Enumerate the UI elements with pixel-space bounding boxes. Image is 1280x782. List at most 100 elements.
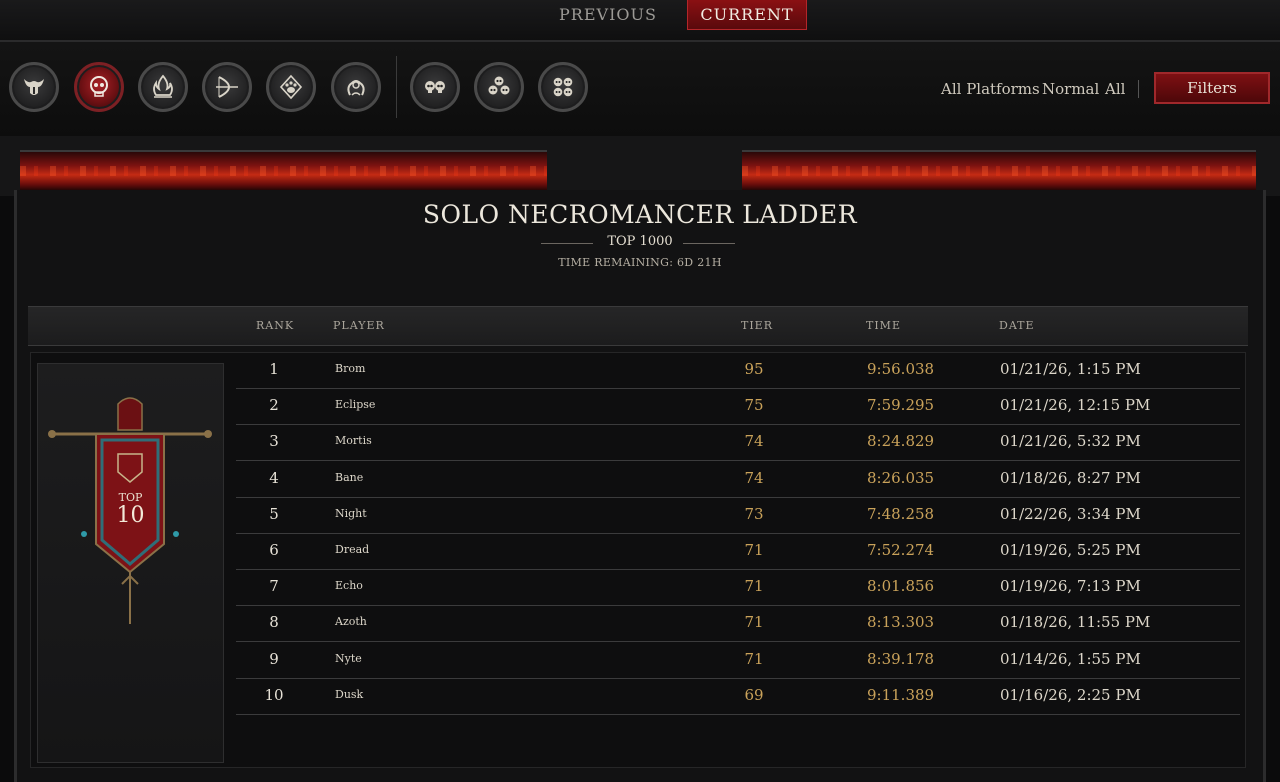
table-row[interactable]: 4 Bane 74 8:26.035 01/18/26, 8:27 PM: [236, 461, 1240, 498]
platform-filter[interactable]: All Platforms: [941, 80, 1040, 98]
date-cell: 01/18/26, 8:27 PM: [1000, 468, 1141, 487]
header-tier: TIER: [741, 319, 773, 332]
class-barbarian-button[interactable]: [9, 62, 59, 112]
skull-icon: [90, 76, 108, 97]
rank-cell: 1: [269, 360, 279, 378]
top-tab-bar: PREVIOUS CURRENT: [0, 0, 1280, 42]
player-cell: Night: [335, 506, 367, 520]
date-cell: 01/21/26, 1:15 PM: [1000, 360, 1141, 378]
party-quad-button[interactable]: [538, 62, 588, 112]
bow-icon: [216, 76, 238, 98]
player-cell: Bane: [335, 470, 364, 484]
tier-cell: 73: [744, 504, 764, 523]
player-cell: Azoth: [335, 615, 367, 629]
class-necromancer-button[interactable]: [74, 62, 124, 112]
filter-divider: [1138, 80, 1139, 98]
mode-filter[interactable]: Normal: [1042, 80, 1099, 98]
party-trio-button[interactable]: [474, 62, 524, 112]
three-skulls-icon: [488, 76, 510, 95]
two-skulls-icon: [425, 81, 445, 93]
date-cell: 01/21/26, 12:15 PM: [1000, 396, 1151, 415]
class-druid-button[interactable]: [266, 62, 316, 112]
table-header: [28, 306, 1248, 346]
lava-banner-left: [20, 150, 547, 193]
four-skulls-icon: [553, 77, 573, 97]
player-cell: Dread: [335, 543, 370, 556]
time-cell: 8:01.856: [867, 577, 935, 596]
table-row[interactable]: 9 Nyte 71 8:39.178 01/14/26, 1:55 PM: [236, 642, 1240, 679]
class-spiritborn-button[interactable]: [331, 62, 381, 112]
rank-cell: 6: [269, 541, 279, 559]
party-duo-button[interactable]: [410, 62, 460, 112]
rank-cell: 8: [269, 613, 279, 632]
filters-button[interactable]: Filters: [1154, 72, 1270, 104]
class-rogue-button[interactable]: [202, 62, 252, 112]
table-row[interactable]: 6 Dread 71 7:52.274 01/19/26, 5:25 PM: [236, 533, 1240, 570]
table-row[interactable]: 8 Azoth 71 8:13.303 01/18/26, 11:55 PM: [236, 605, 1240, 643]
player-cell: Echo: [335, 579, 363, 593]
subtitle-ornament-right: [683, 243, 735, 244]
rank-cell: 4: [269, 468, 279, 487]
tier-cell: 71: [744, 577, 764, 596]
table-row[interactable]: 5 Night 73 7:48.258 01/22/26, 3:34 PM: [236, 497, 1240, 534]
rank-cell: 9: [269, 649, 279, 668]
rank-cell: 10: [264, 685, 284, 704]
rank-cell: 3: [269, 432, 279, 451]
date-cell: 01/22/26, 3:34 PM: [1000, 504, 1141, 523]
date-cell: 01/21/26, 5:32 PM: [1000, 432, 1141, 451]
header-player: PLAYER: [333, 319, 385, 332]
tier-cell: 95: [744, 360, 764, 378]
time-remaining: TIME REMAINING: 6D 21H: [558, 256, 722, 269]
date-cell: 01/19/26, 7:13 PM: [1000, 577, 1141, 596]
tier-cell: 71: [744, 541, 764, 559]
tier-cell: 74: [744, 432, 764, 451]
class-group-divider: [396, 56, 397, 118]
rank-cell: 2: [269, 396, 279, 415]
time-cell: 9:56.038: [867, 360, 935, 378]
time-cell: 8:39.178: [867, 649, 935, 668]
table-row[interactable]: 1 Brom 95 9:56.038 01/21/26, 1:15 PM: [236, 352, 1240, 389]
player-cell: Dusk: [335, 687, 364, 701]
player-cell: Brom: [335, 362, 366, 375]
top10-badge-card: TOP 10: [37, 363, 224, 763]
time-cell: 7:48.258: [867, 504, 935, 523]
lava-banner-right: [742, 150, 1256, 193]
tier-cell: 71: [744, 649, 764, 668]
serpent-icon: [347, 80, 365, 96]
time-cell: 8:24.829: [867, 432, 935, 451]
player-cell: Eclipse: [335, 398, 376, 412]
rank-cell: 5: [269, 504, 279, 523]
table-row[interactable]: 3 Mortis 74 8:24.829 01/21/26, 5:32 PM: [236, 424, 1240, 462]
scope-filter[interactable]: All: [1105, 80, 1125, 98]
time-cell: 7:59.295: [867, 396, 935, 415]
table-row[interactable]: 10 Dusk 69 9:11.389 01/16/26, 2:25 PM: [236, 678, 1240, 715]
rank-cell: 7: [269, 577, 279, 596]
horned-helm-icon: [24, 79, 44, 95]
player-cell: Mortis: [335, 434, 372, 448]
table-row[interactable]: 7 Echo 71 8:01.856 01/19/26, 7:13 PM: [236, 569, 1240, 607]
header-time: TIME: [866, 319, 901, 332]
date-cell: 01/19/26, 5:25 PM: [1000, 541, 1141, 559]
tier-cell: 75: [744, 396, 764, 415]
tier-cell: 69: [744, 685, 764, 704]
date-cell: 01/14/26, 1:55 PM: [1000, 649, 1141, 668]
time-cell: 9:11.389: [867, 685, 935, 704]
table-row[interactable]: 2 Eclipse 75 7:59.295 01/21/26, 12:15 PM: [236, 388, 1240, 426]
paw-icon: [279, 74, 303, 100]
tab-previous[interactable]: PREVIOUS: [555, 0, 661, 30]
tab-current[interactable]: CURRENT: [687, 0, 807, 30]
flame-icon: [153, 74, 173, 98]
tier-cell: 74: [744, 468, 764, 487]
badge-number: 10: [116, 503, 145, 528]
date-cell: 01/16/26, 2:25 PM: [1000, 685, 1141, 704]
time-cell: 7:52.274: [867, 541, 935, 559]
header-date: DATE: [999, 319, 1035, 332]
class-sorcerer-button[interactable]: [138, 62, 188, 112]
tier-cell: 71: [744, 613, 764, 632]
header-rank: RANK: [256, 319, 295, 332]
date-cell: 01/18/26, 11:55 PM: [1000, 613, 1151, 632]
time-cell: 8:13.303: [867, 613, 935, 632]
player-cell: Nyte: [335, 651, 362, 665]
ladder-title: SOLO NECROMANCER LADDER: [422, 200, 858, 229]
ladder-subtitle: TOP 1000: [607, 234, 673, 249]
